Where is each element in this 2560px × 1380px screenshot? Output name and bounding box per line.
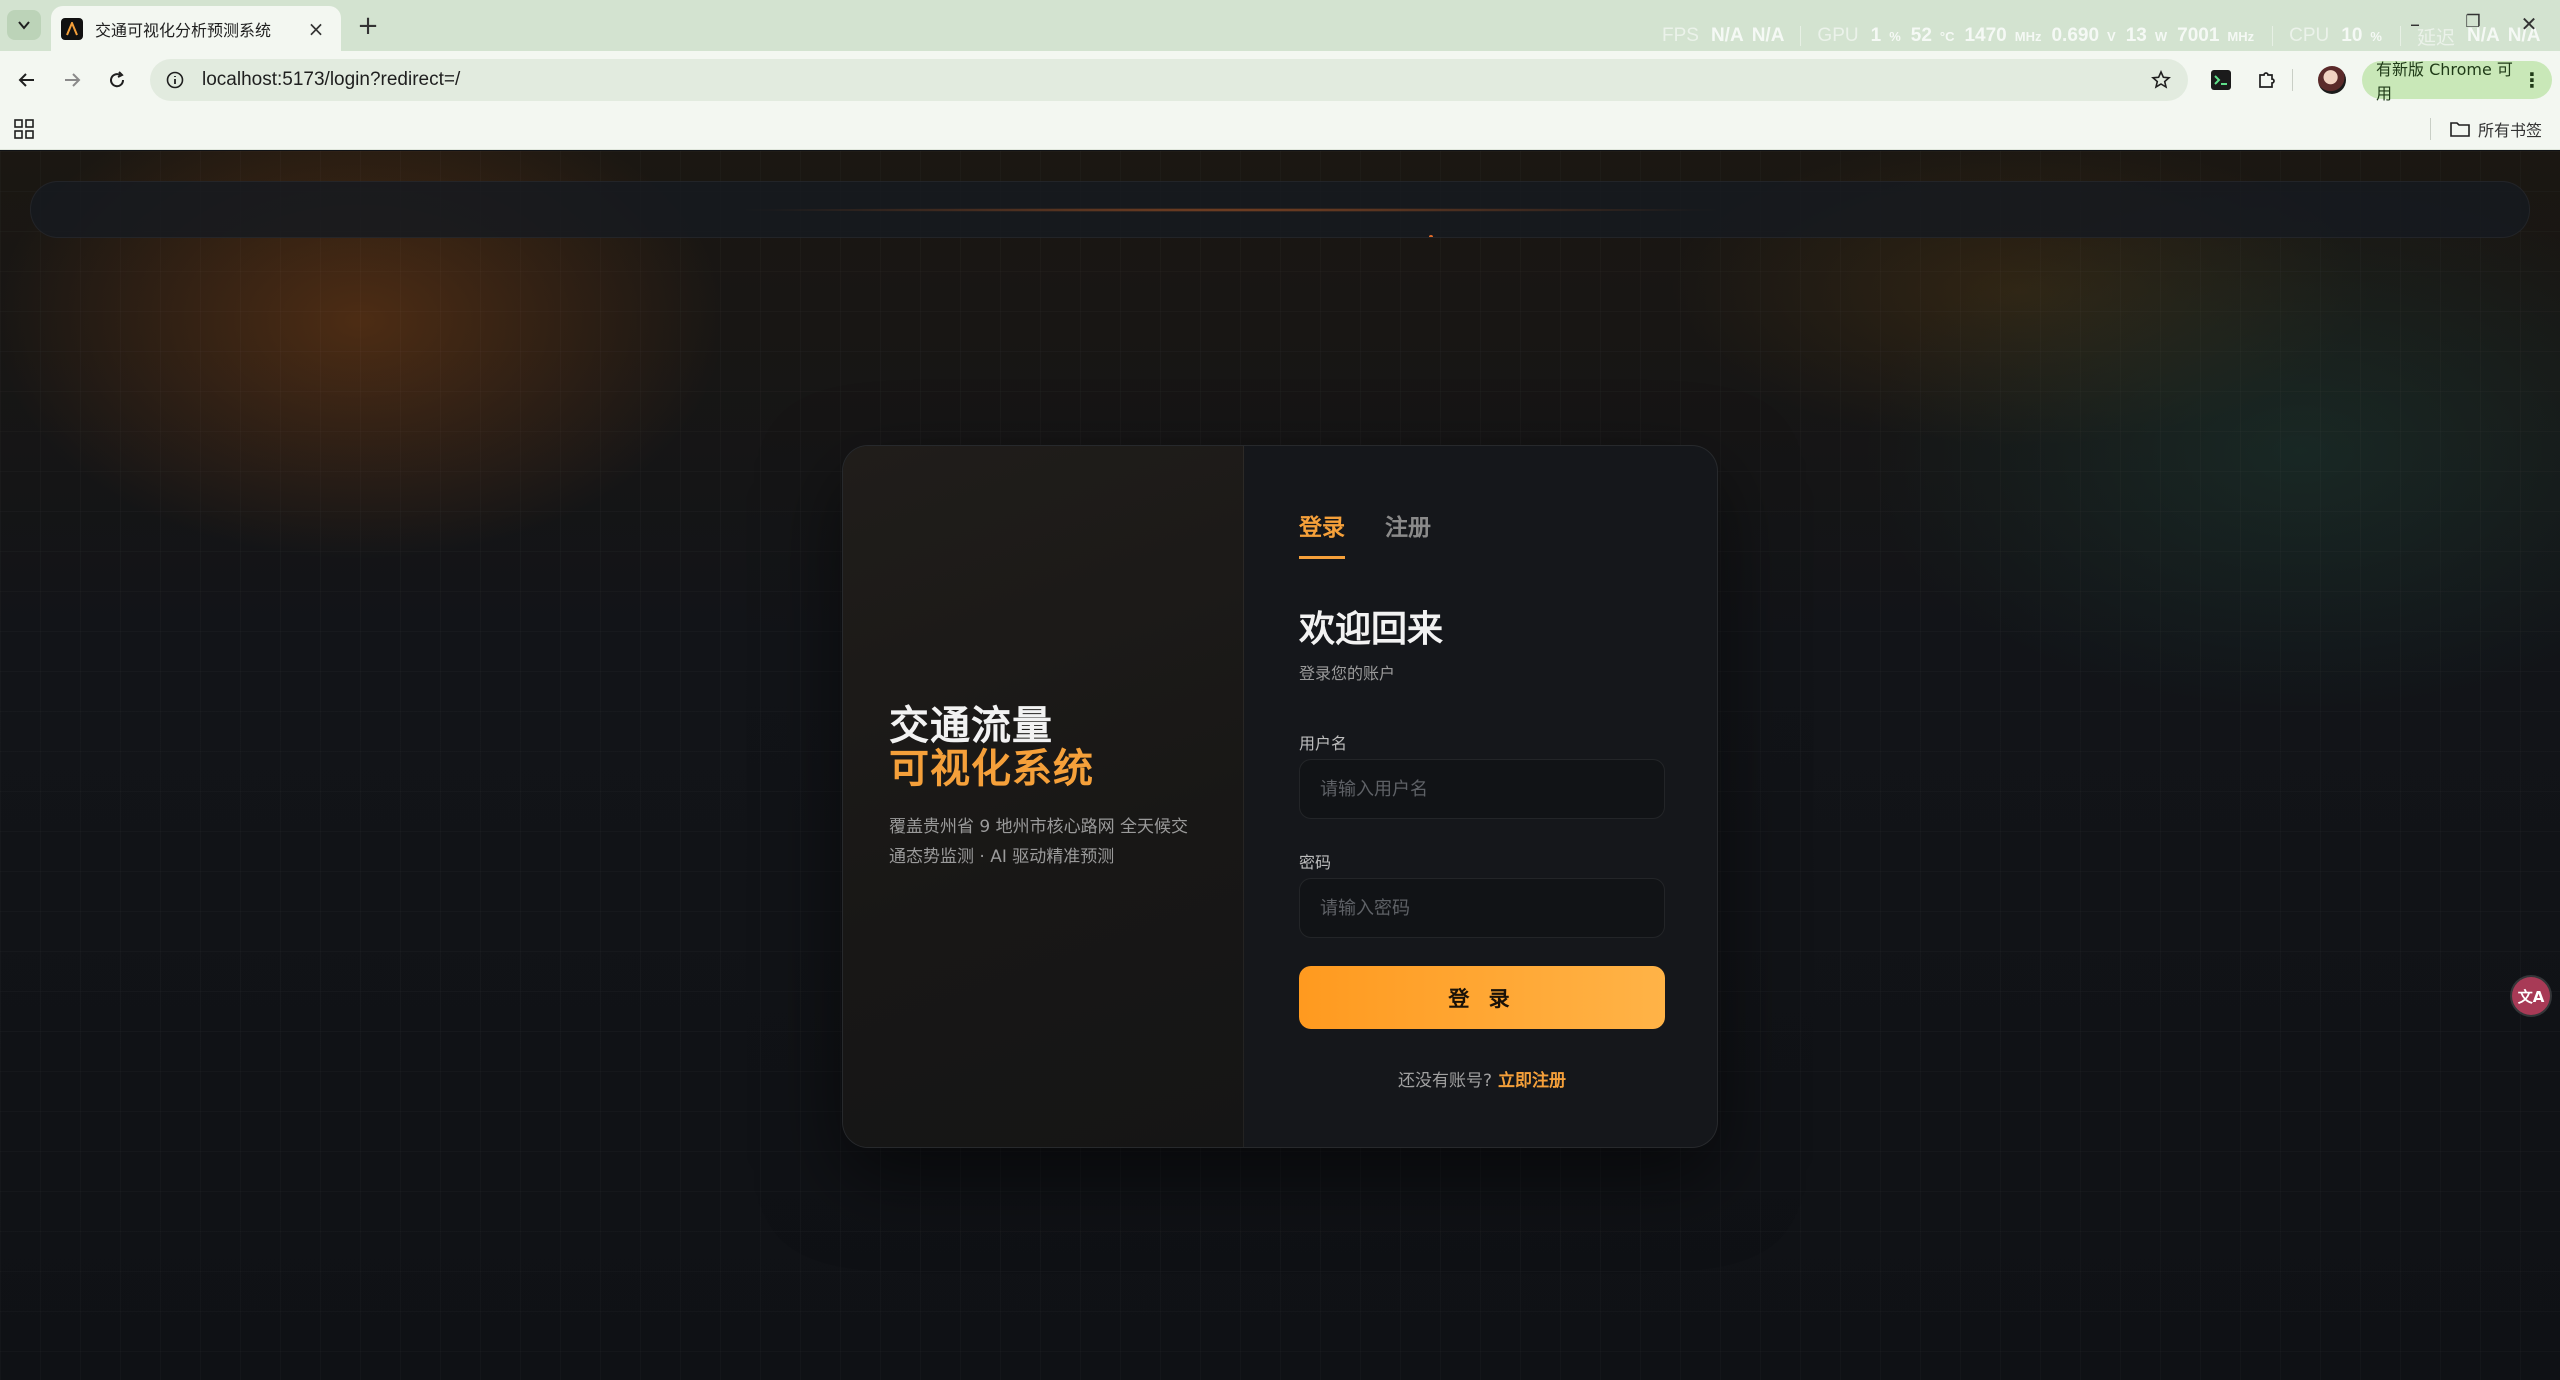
register-prompt: 还没有账号? 立即注册	[1397, 1071, 1567, 1091]
url-text: localhost:5173/login?redirect=/	[202, 69, 461, 90]
close-window-icon[interactable]: ✕	[2514, 12, 2544, 36]
folder-icon	[2450, 122, 2470, 137]
profile-avatar[interactable]	[2318, 66, 2346, 94]
terminal-extension-icon[interactable]	[2206, 65, 2236, 95]
register-link[interactable]: 立即注册	[1498, 1071, 1566, 1091]
toolbar-divider	[2292, 69, 2293, 91]
reload-icon	[110, 71, 125, 88]
tab-login[interactable]: 登录	[1299, 508, 1345, 559]
back-button[interactable]	[12, 65, 42, 95]
more-menu-icon[interactable]: ⋮	[2522, 68, 2542, 92]
browser-toolbar: localhost:5173/login?redirect=/ 有新版 Chro…	[0, 51, 2560, 108]
username-input[interactable]	[1299, 759, 1665, 819]
login-card: 交通流量 可视化系统 覆盖贵州省 9 地州市核心路网 全天候交通态势监测 · A…	[842, 445, 1718, 1148]
top-decorative-bar	[30, 181, 2530, 238]
auth-tabs: 登录 注册	[1299, 508, 1471, 559]
tab-register[interactable]: 注册	[1385, 508, 1431, 559]
welcome-subtitle: 登录您的账户	[1299, 664, 1396, 683]
extensions-puzzle-icon[interactable]	[2252, 65, 2282, 95]
site-info-icon[interactable]	[164, 69, 186, 91]
app-logo-icon	[61, 17, 83, 40]
arrow-left-icon	[18, 73, 34, 87]
address-bar[interactable]: localhost:5173/login?redirect=/	[150, 59, 2188, 101]
close-tab-icon[interactable]: ×	[305, 17, 327, 41]
welcome-heading: 欢迎回来	[1299, 609, 1444, 650]
password-input[interactable]	[1299, 878, 1665, 938]
browser-tab-active[interactable]: 交通可视化分析预测系统 ×	[51, 6, 341, 51]
forward-button[interactable]	[57, 65, 87, 95]
browser-tab-bar: 交通可视化分析预测系统 × + FPS N/A N/A GPU 1% 52 °C …	[0, 0, 2560, 51]
tab-title: 交通可视化分析预测系统	[95, 20, 272, 40]
bookmarks-bar: 所有书签	[0, 108, 2560, 150]
update-chrome-button[interactable]: 有新版 Chrome 可用 ⋮	[2362, 60, 2552, 103]
auth-panel: 登录 注册 欢迎回来 登录您的账户 用户名 密码 登 录 还没有账号?立即注册	[1245, 446, 1717, 1147]
minimize-window-icon[interactable]: –	[2400, 12, 2430, 36]
glow-dot	[1429, 235, 1433, 237]
brand-description: 覆盖贵州省 9 地州市核心路网 全天候交通态势监测 · AI 驱动精准预测	[889, 817, 1189, 867]
brand-title-line2: 可视化系统	[889, 746, 1094, 792]
translate-float-button[interactable]: 文A	[2512, 977, 2550, 1015]
arrow-right-icon	[65, 73, 81, 87]
page-viewport: 交通流量 可视化系统 覆盖贵州省 9 地州市核心路网 全天候交通态势监测 · A…	[0, 151, 2560, 1380]
password-label: 密码	[1299, 853, 1332, 872]
brand-panel: 交通流量 可视化系统 覆盖贵州省 9 地州市核心路网 全天候交通态势监测 · A…	[843, 446, 1244, 1147]
bookmark-star-icon[interactable]	[2146, 65, 2176, 95]
all-bookmarks-button[interactable]: 所有书签	[2450, 117, 2542, 141]
chevron-down-icon	[18, 21, 30, 30]
apps-grid-icon[interactable]	[13, 118, 35, 140]
username-label: 用户名	[1299, 734, 1348, 753]
new-tab-button[interactable]: +	[352, 10, 384, 42]
login-submit-button[interactable]: 登 录	[1299, 966, 1665, 1029]
reload-button[interactable]	[102, 65, 132, 95]
tab-search-button[interactable]	[7, 10, 41, 40]
restore-window-icon[interactable]: ❐	[2458, 12, 2488, 32]
